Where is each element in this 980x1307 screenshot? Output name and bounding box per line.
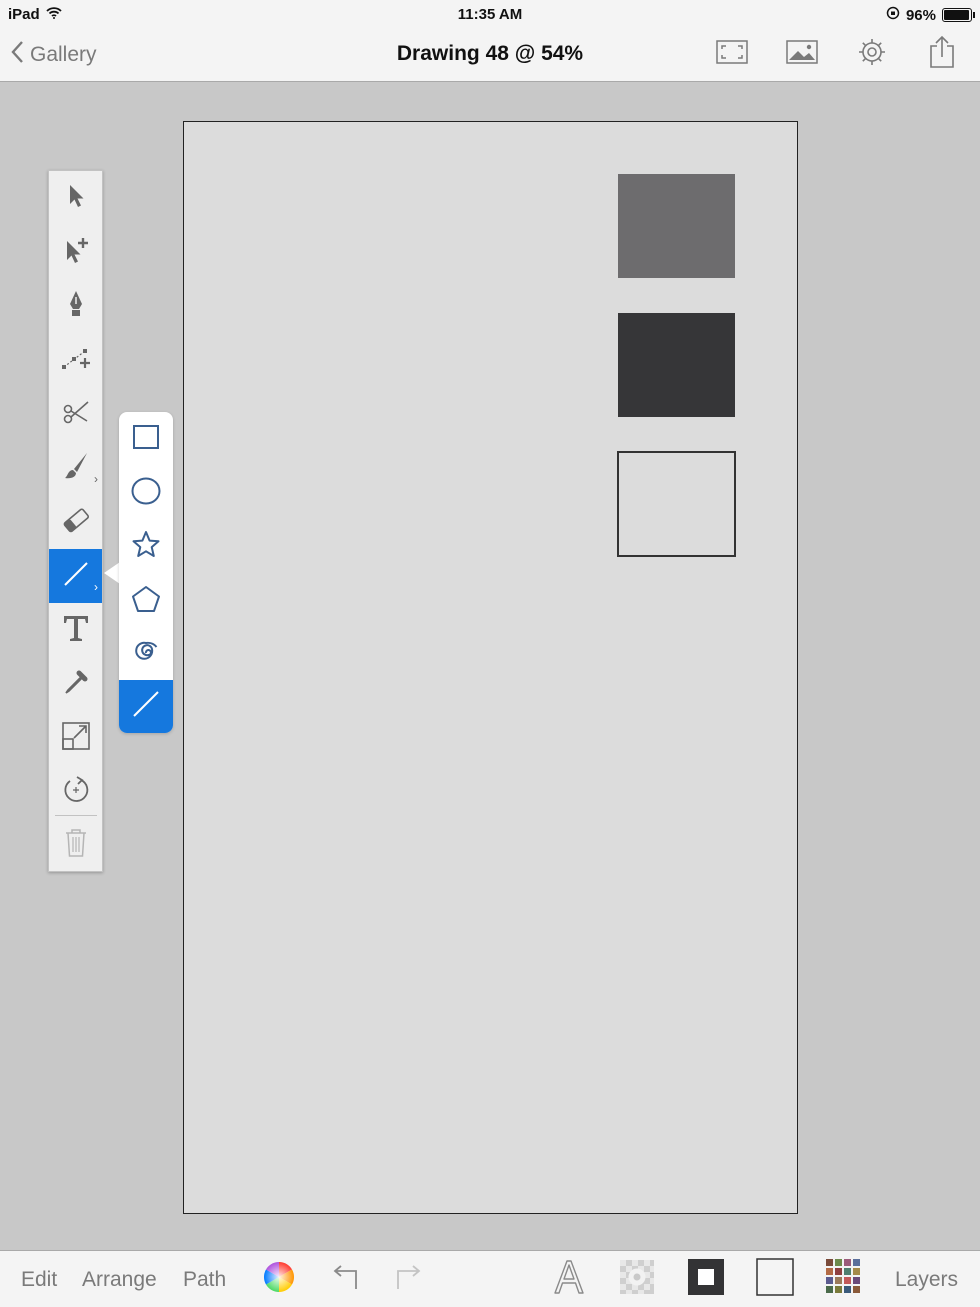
tool-pen[interactable] (49, 279, 102, 333)
color-wheel-icon (262, 1260, 296, 1299)
fill-color-button[interactable] (756, 1251, 794, 1307)
color-picker-button[interactable] (262, 1251, 296, 1307)
submenu-chevron-icon: › (94, 580, 98, 594)
tool-scissors[interactable] (49, 387, 102, 441)
canvas-shape-gray-rectangle[interactable] (618, 174, 735, 278)
fill-swatch-icon (756, 1258, 794, 1301)
shape-picker-popover (119, 412, 173, 733)
canvas-shape-outline-rectangle[interactable] (617, 451, 736, 557)
scissors-icon (61, 398, 91, 431)
edit-menu-button[interactable]: Edit (21, 1251, 57, 1307)
swatches-button[interactable] (825, 1251, 863, 1307)
shape-option-rectangle[interactable] (119, 412, 173, 466)
shadow-button[interactable] (618, 1251, 656, 1307)
tool-brush[interactable]: › (49, 441, 102, 495)
line-icon (131, 689, 161, 724)
shape-option-pentagon[interactable] (119, 574, 173, 628)
undo-button[interactable] (330, 1251, 360, 1307)
drawing-canvas[interactable] (183, 121, 798, 1214)
star-icon (130, 529, 162, 566)
gallery-back-label: Gallery (30, 43, 97, 66)
pentagon-icon (130, 584, 162, 619)
fullscreen-button[interactable] (714, 36, 750, 72)
arrow-plus-icon (63, 236, 89, 269)
popover-arrow (104, 562, 120, 584)
chevron-left-icon (10, 40, 24, 70)
scale-icon (61, 721, 91, 756)
tool-eraser[interactable] (49, 495, 102, 549)
gear-icon (857, 37, 887, 72)
navigation-bar: Gallery Drawing 48 @ 54% (0, 28, 980, 82)
rotate-icon (61, 775, 91, 810)
shape-option-ellipse[interactable] (119, 466, 173, 520)
battery-icon (942, 8, 975, 22)
status-bar: iPad 11:35 AM 96% (0, 0, 980, 28)
share-icon (928, 35, 956, 74)
font-button[interactable] (552, 1251, 586, 1307)
share-button[interactable] (924, 35, 960, 74)
tool-text[interactable] (49, 603, 102, 657)
brush-icon (62, 451, 90, 486)
arrow-icon (65, 182, 87, 215)
redo-icon (394, 1262, 424, 1297)
canvas-shape-dark-rectangle[interactable] (618, 313, 735, 417)
eraser-icon (61, 507, 91, 538)
arrange-menu-button[interactable]: Arrange (82, 1251, 157, 1307)
tool-direct-select[interactable] (49, 225, 102, 279)
redo-button[interactable] (394, 1251, 424, 1307)
stroke-swatch-icon (687, 1258, 725, 1301)
gallery-back-button[interactable]: Gallery (10, 40, 97, 70)
tool-delete[interactable] (49, 817, 102, 871)
submenu-chevron-icon: › (94, 472, 98, 486)
tool-select[interactable] (49, 171, 102, 225)
spiral-icon (131, 638, 161, 673)
shape-option-spiral[interactable] (119, 628, 173, 682)
tool-line[interactable]: › (49, 549, 102, 603)
image-button[interactable] (784, 36, 820, 72)
add-point-icon (61, 345, 91, 376)
shape-option-line[interactable] (119, 680, 173, 733)
stroke-color-button[interactable] (687, 1251, 725, 1307)
path-menu-button[interactable]: Path (183, 1251, 226, 1307)
text-icon (61, 613, 91, 648)
rotation-lock-icon (886, 6, 900, 24)
tool-eyedropper[interactable] (49, 657, 102, 711)
tool-rotate[interactable] (49, 765, 102, 819)
shape-option-star[interactable] (119, 520, 173, 574)
battery-percent: 96% (905, 6, 936, 24)
status-time: 11:35 AM (457, 6, 523, 23)
status-right: 96% (886, 6, 975, 24)
navbar-actions (714, 35, 960, 74)
rectangle-icon (131, 423, 161, 456)
tool-add-point[interactable] (49, 333, 102, 387)
tool-palette: › › (48, 170, 103, 872)
font-icon (552, 1259, 586, 1300)
bottom-toolbar: Edit Arrange Path Layers (0, 1250, 980, 1307)
layers-button[interactable]: Layers (895, 1251, 958, 1307)
pen-nib-icon (66, 289, 86, 324)
fullscreen-icon (716, 39, 748, 69)
settings-button[interactable] (854, 36, 890, 72)
eyedropper-icon (62, 668, 90, 701)
image-icon (786, 39, 818, 69)
toolbar-divider (55, 815, 97, 816)
tool-scale[interactable] (49, 711, 102, 765)
undo-icon (330, 1262, 360, 1297)
line-icon (61, 559, 91, 594)
ellipse-icon (130, 476, 162, 511)
shadow-icon (618, 1258, 656, 1301)
swatches-icon (825, 1258, 863, 1301)
trash-icon (63, 826, 89, 863)
